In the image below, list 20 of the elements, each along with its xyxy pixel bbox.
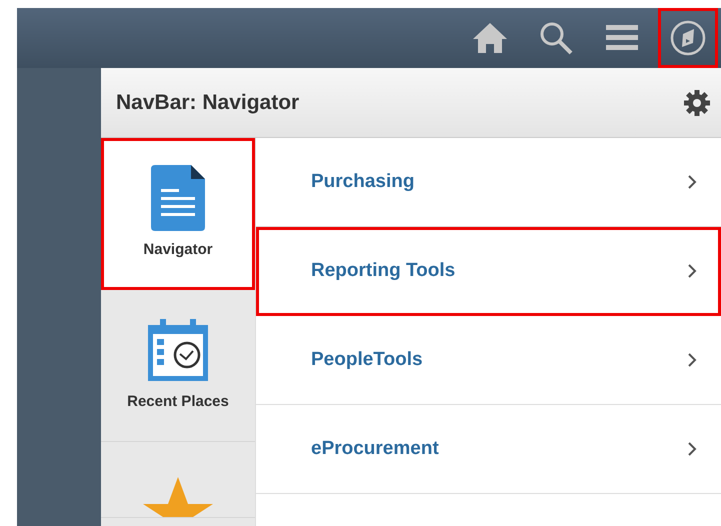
menu-item[interactable]: Purchasing	[256, 138, 721, 227]
compass-icon	[669, 19, 707, 57]
chevron-right-icon	[687, 174, 697, 190]
home-icon	[471, 21, 509, 55]
document-icon	[151, 165, 205, 232]
compass-button[interactable]	[659, 9, 717, 67]
settings-icon[interactable]	[683, 88, 711, 116]
menu-icon	[606, 24, 638, 52]
chevron-right-icon	[687, 441, 697, 457]
star-icon	[143, 477, 213, 517]
panel-title: NavBar: Navigator	[116, 90, 300, 116]
menu-item[interactable]: Reporting Tools	[256, 227, 721, 316]
menu-item[interactable]: eProcurement	[256, 405, 721, 494]
nav-tile[interactable]: Navigator	[101, 138, 255, 290]
nav-tile[interactable]: Recent Places	[101, 290, 255, 442]
search-icon	[538, 20, 574, 56]
calendar-clock-icon	[145, 317, 211, 384]
chevron-right-icon	[687, 352, 697, 368]
chevron-right-icon	[687, 263, 697, 279]
menu-item[interactable]: PeopleTools	[256, 316, 721, 405]
